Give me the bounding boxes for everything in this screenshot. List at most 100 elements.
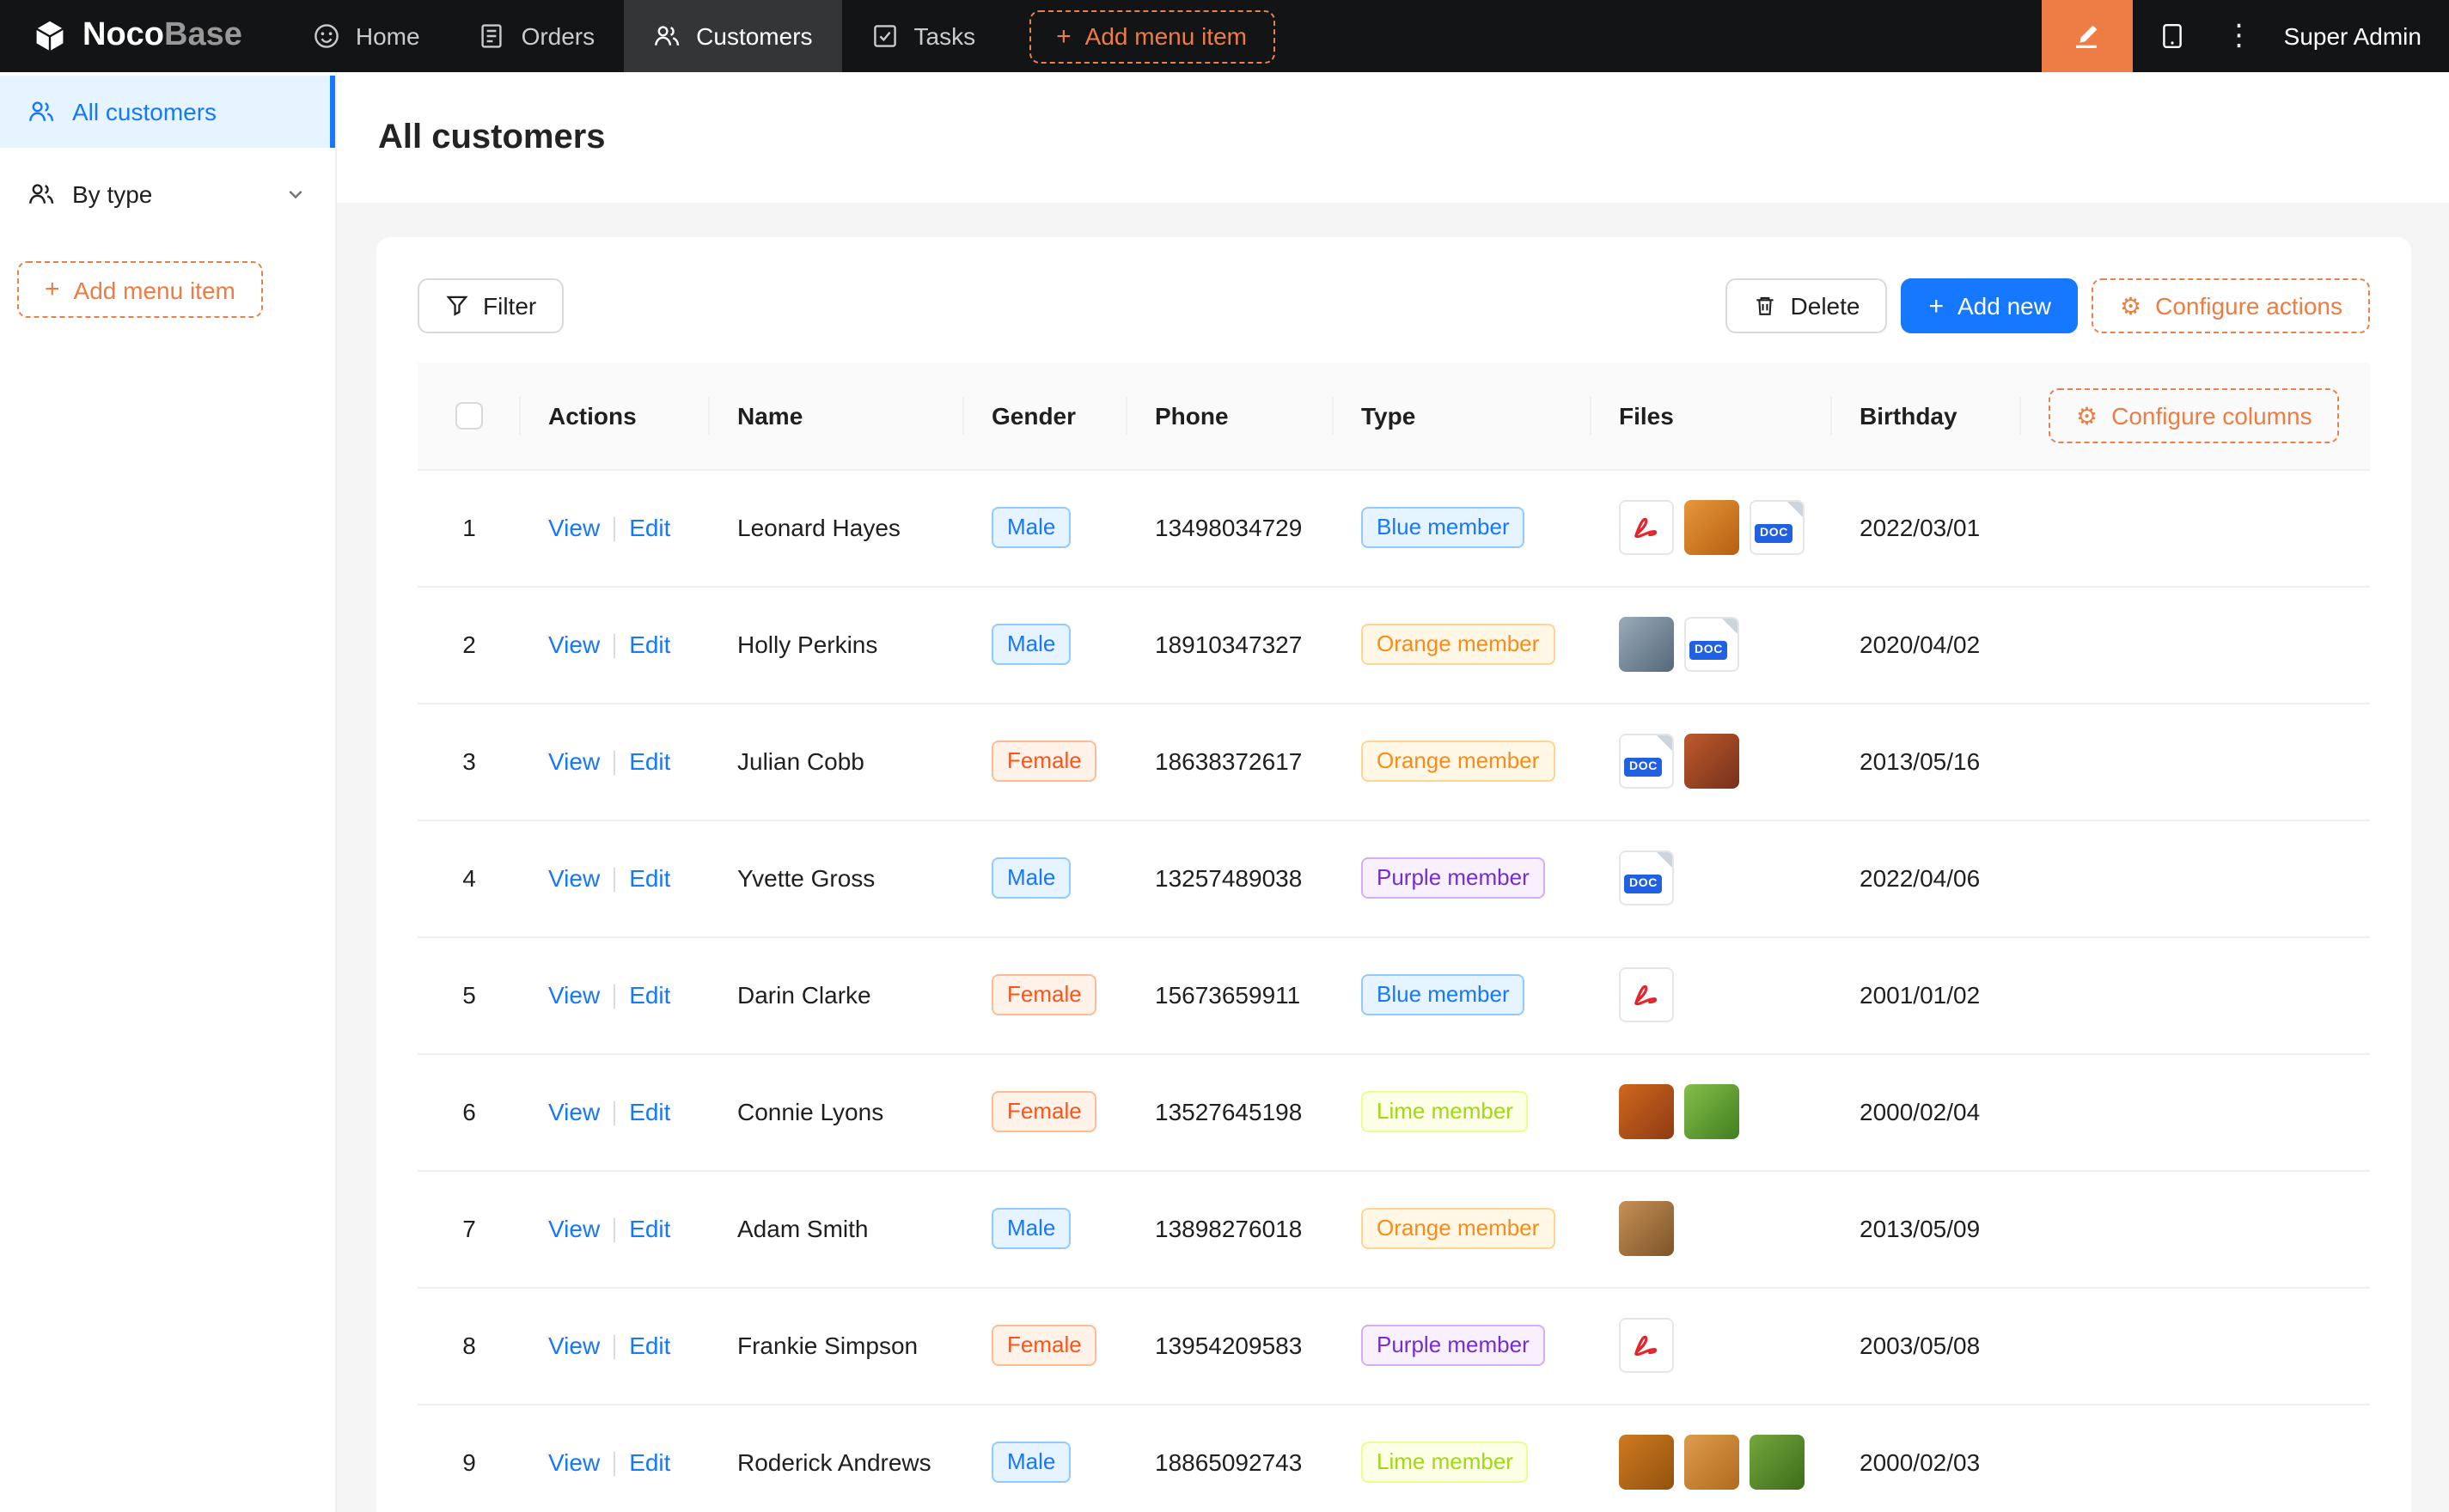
row-files-cell: DOC [1591,703,1832,820]
nocobase-logo[interactable]: NocoBase [31,17,242,55]
vegetable-photo-thumbnail[interactable] [1750,1435,1805,1490]
view-link[interactable]: View [548,1098,600,1125]
navbar-add-menu-item-button[interactable]: + Add menu item [1029,9,1274,63]
pizza-photo-thumbnail[interactable] [1684,734,1739,789]
edit-link[interactable]: Edit [629,864,670,892]
member-type-tag: Orange member [1361,1208,1554,1249]
row-birthday-cell: 2000/02/04 [1832,1053,2021,1170]
row-actions-cell: View Edit [521,1287,710,1404]
row-index[interactable]: 3 [462,747,476,775]
file-thumbnails [1619,967,1805,1022]
edit-link[interactable]: Edit [629,981,670,1009]
row-index[interactable]: 5 [462,981,476,1009]
row-birthday-cell: 2003/05/08 [1832,1287,2021,1404]
row-gender-cell: Female [964,1287,1127,1404]
edit-link[interactable]: Edit [629,1448,670,1476]
view-link[interactable]: View [548,1215,600,1242]
add-new-button[interactable]: + Add new [1901,278,2079,333]
member-type-tag: Lime member [1361,1442,1529,1483]
pdf-file-thumbnail[interactable] [1619,500,1674,555]
menu-item-customers[interactable]: Customers [624,0,841,72]
select-all-checkbox[interactable] [455,403,483,430]
configure-columns-button[interactable]: ⚙ Configure columns [2049,388,2340,443]
row-name-cell: Julian Cobb [710,703,964,820]
configure-columns-cell: ⚙ Configure columns [2021,363,2370,469]
pdf-file-thumbnail[interactable] [1619,967,1674,1022]
edit-link[interactable]: Edit [629,1332,670,1359]
row-select-cell: 1 [418,469,521,586]
table-row[interactable]: 1ViewEditLeonard HayesMale13498034729Blu… [418,469,2370,586]
view-link[interactable]: View [548,864,600,892]
filter-button[interactable]: Filter [418,278,564,333]
table-row[interactable]: 2ViewEditHolly PerkinsMale18910347327Ora… [418,586,2370,703]
view-link[interactable]: View [548,747,600,775]
column-header-gender: Gender [964,363,1127,469]
table-row[interactable]: 3ViewEditJulian CobbFemale18638372617Ora… [418,703,2370,820]
doc-file-thumbnail[interactable]: DOC [1619,850,1674,905]
file-thumbnails: DOC [1619,734,1805,789]
edit-link[interactable]: Edit [629,1098,670,1125]
view-link[interactable]: View [548,631,600,658]
nocobase-logo-icon [31,17,69,55]
table-row[interactable]: 5ViewEditDarin ClarkeFemale15673659911Bl… [418,936,2370,1053]
view-link[interactable]: View [548,514,600,541]
pdf-file-thumbnail[interactable] [1619,1318,1674,1373]
sidebar-add-menu-item-button[interactable]: + Add menu item [17,261,263,318]
row-phone-cell: 13498034729 [1127,469,1334,586]
view-link[interactable]: View [548,1448,600,1476]
configure-actions-button[interactable]: ⚙ Configure actions [2092,278,2370,333]
gender-tag: Male [992,1442,1071,1483]
row-name-cell: Adam Smith [710,1170,964,1287]
table-row[interactable]: 6ViewEditConnie LyonsFemale13527645198Li… [418,1053,2370,1170]
menu-item-tasks[interactable]: Tasks [842,0,1005,72]
add-menu-item-label: Add menu item [74,276,235,303]
table-row[interactable]: 8ViewEditFrankie SimpsonFemale1395420958… [418,1287,2370,1404]
row-index[interactable]: 9 [462,1448,476,1476]
row-index[interactable]: 6 [462,1098,476,1125]
doc-file-thumbnail[interactable]: DOC [1750,500,1805,555]
sidebar-item-by-type[interactable]: By type [0,158,335,230]
sidebar-item-all-customers[interactable]: All customers [0,76,335,148]
row-index[interactable]: 2 [462,631,476,658]
gender-tag: Female [992,741,1097,782]
add-menu-item-label: Add menu item [1085,22,1247,50]
edit-link[interactable]: Edit [629,1215,670,1242]
people-photo-thumbnail[interactable] [1619,617,1674,672]
view-link[interactable]: View [548,981,600,1009]
fruit-photo-thumbnail[interactable] [1684,500,1739,555]
food-photo-thumbnail[interactable] [1619,1201,1674,1256]
row-type-cell: Blue member [1334,936,1591,1053]
nocobase-app: NocoBase Home Orders [0,0,2449,1512]
vegetable-photo-thumbnail[interactable] [1684,1084,1739,1139]
row-index[interactable]: 7 [462,1215,476,1242]
more-menu-button[interactable]: ⋮ [2212,19,2267,53]
menu-item-orders[interactable]: Orders [449,0,625,72]
doc-file-thumbnail[interactable]: DOC [1619,734,1674,789]
menu-item-home[interactable]: Home [284,0,449,72]
row-configure-cell [2021,936,2370,1053]
user-menu[interactable]: Super Admin [2284,22,2422,50]
edit-link[interactable]: Edit [629,631,670,658]
row-select-cell: 4 [418,820,521,936]
row-type-cell: Lime member [1334,1404,1591,1512]
delete-button[interactable]: Delete [1725,278,1888,333]
gender-tag: Female [992,1091,1097,1132]
gender-tag: Female [992,1325,1097,1366]
table-row[interactable]: 9ViewEditRoderick AndrewsMale18865092743… [418,1404,2370,1512]
row-index[interactable]: 1 [462,514,476,541]
row-index[interactable]: 8 [462,1332,476,1359]
fruit-photo-thumbnail[interactable] [1619,1435,1674,1490]
view-link[interactable]: View [548,1332,600,1359]
ui-editor-button[interactable] [2042,0,2133,72]
edit-link[interactable]: Edit [629,514,670,541]
doc-file-thumbnail[interactable]: DOC [1684,617,1739,672]
food-photo-thumbnail[interactable] [1619,1084,1674,1139]
row-index[interactable]: 4 [462,864,476,892]
table-row[interactable]: 7ViewEditAdam SmithMale13898276018Orange… [418,1170,2370,1287]
fruit-photo-thumbnail[interactable] [1684,1435,1739,1490]
edit-link[interactable]: Edit [629,747,670,775]
table-row[interactable]: 4ViewEditYvette GrossMale13257489038Purp… [418,820,2370,936]
row-phone-cell: 13898276018 [1127,1170,1334,1287]
mobile-preview-button[interactable] [2133,0,2212,72]
row-configure-cell [2021,1287,2370,1404]
